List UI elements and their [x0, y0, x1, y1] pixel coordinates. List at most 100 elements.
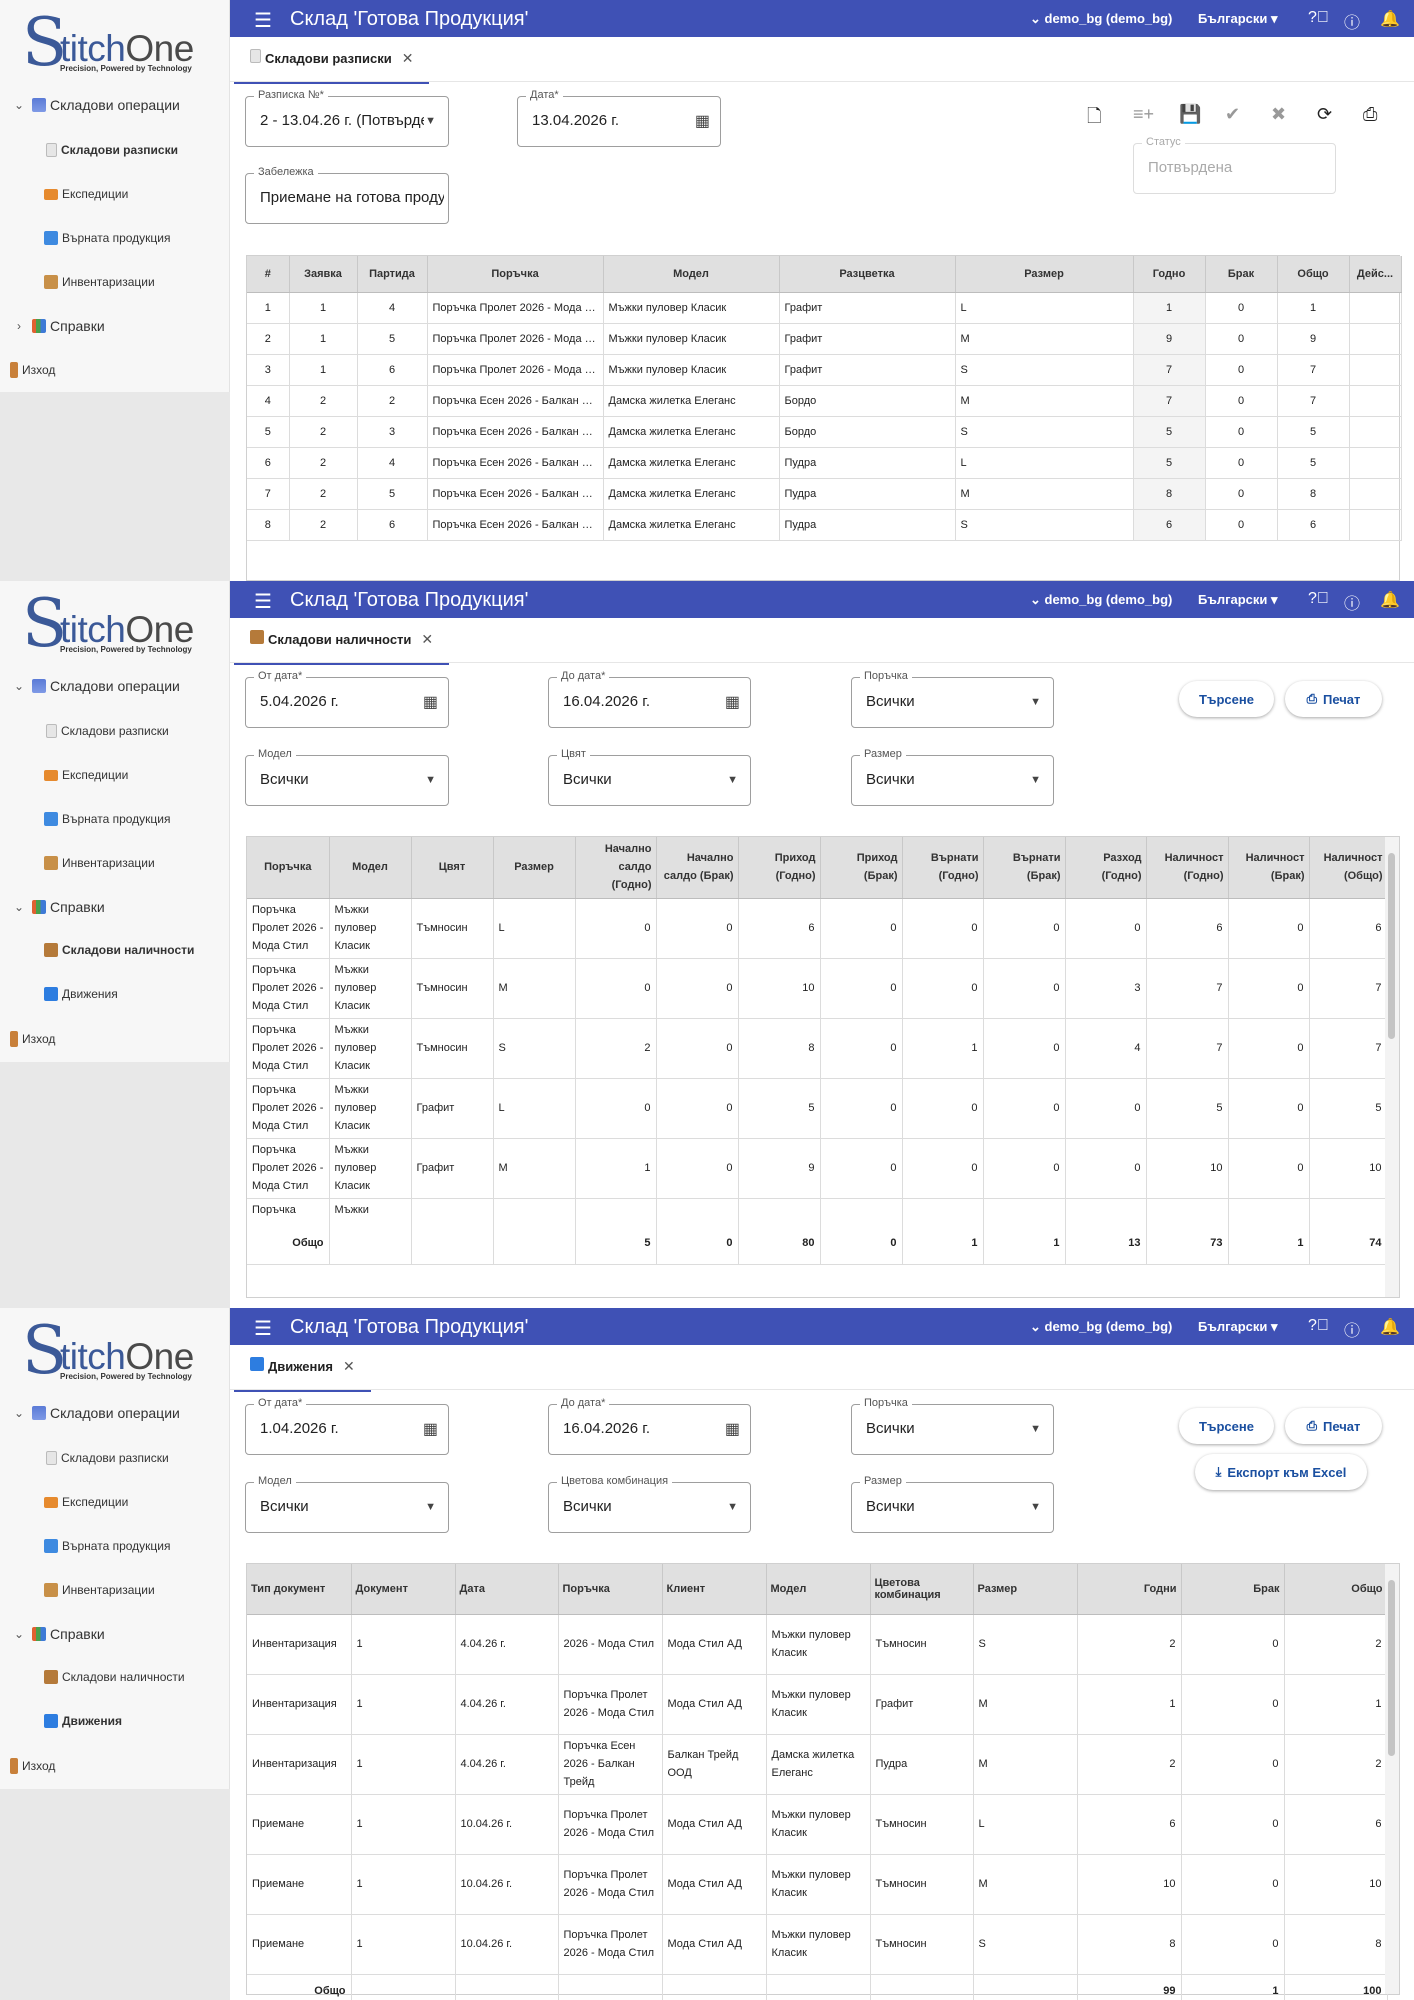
- actions-cell[interactable]: [1349, 354, 1402, 386]
- close-icon[interactable]: ✕: [421, 631, 433, 647]
- help-icon[interactable]: ?⃝: [1308, 1317, 1329, 1335]
- nav-inventory[interactable]: Инвентаризации: [44, 1583, 155, 1597]
- help-icon[interactable]: ?⃝: [1308, 590, 1329, 608]
- nav-returned[interactable]: Върната продукция: [44, 1539, 171, 1553]
- close-icon[interactable]: ✕: [402, 50, 414, 66]
- cancel-icon[interactable]: ✖: [1271, 104, 1286, 125]
- nav-receipts[interactable]: Складови разписки: [46, 1451, 169, 1465]
- nav-expeditions[interactable]: Експедиции: [44, 1495, 128, 1509]
- nav-reports[interactable]: ⌄ Справки: [12, 899, 105, 915]
- print-button[interactable]: ⎙ Печат: [1285, 1408, 1382, 1444]
- table-row[interactable]: Поръчка Пролет 2026 - Мода Стил Мъжки пул…: [247, 1018, 1388, 1079]
- table-row[interactable]: 4 2 2 Поръчка Есен 2026 - Балкан Трейд Дамск…: [247, 385, 1402, 417]
- nav-inventory[interactable]: Инвентаризации: [44, 275, 155, 289]
- table-row-partial[interactable]: Поръчка Мъжки: [247, 1198, 1388, 1222]
- help-icon[interactable]: ?⃝: [1308, 9, 1329, 27]
- nav-exit[interactable]: Изход: [10, 1758, 55, 1774]
- nav-stock[interactable]: Складови наличности: [44, 1670, 185, 1684]
- order-select[interactable]: Поръчка Всички ▼: [851, 670, 1054, 728]
- size-select[interactable]: Размер Всички ▼: [851, 1475, 1054, 1533]
- add-row-icon[interactable]: ≡+: [1133, 104, 1154, 125]
- info-icon[interactable]: ⓘ: [1344, 9, 1360, 33]
- info-icon[interactable]: ⓘ: [1344, 1317, 1360, 1341]
- nav-exit[interactable]: Изход: [10, 362, 55, 378]
- table-row[interactable]: 2 1 5 Поръчка Пролет 2026 - Мода Стил Мъжки …: [247, 323, 1402, 355]
- nav-returned[interactable]: Върната продукция: [44, 231, 171, 245]
- table-row[interactable]: Приемане 1 10.04.26 г. Поръчка Пролет 2026 …: [247, 1914, 1388, 1975]
- calendar-icon[interactable]: ▦: [725, 1419, 740, 1439]
- user-menu[interactable]: ⌄ demo_bg (demo_bg): [1030, 592, 1172, 608]
- language-select[interactable]: Български ▾: [1198, 1319, 1278, 1335]
- table-row[interactable]: Приемане 1 10.04.26 г. Поръчка Пролет 2026 …: [247, 1794, 1388, 1855]
- calendar-icon[interactable]: ▦: [423, 1419, 438, 1439]
- table-row[interactable]: Поръчка Пролет 2026 - Мода Стил Мъжки пул…: [247, 1078, 1388, 1139]
- vertical-scrollbar[interactable]: [1385, 837, 1399, 1297]
- nav-reports[interactable]: › Справки: [12, 318, 105, 334]
- table-row[interactable]: 8 2 6 Поръчка Есен 2026 - Балкан Трейд Дамск…: [247, 509, 1402, 541]
- model-select[interactable]: Модел Всички ▼: [245, 1475, 449, 1533]
- nav-movements[interactable]: Движения: [44, 1714, 122, 1728]
- actions-cell[interactable]: [1349, 385, 1402, 417]
- menu-icon[interactable]: ☰: [254, 1316, 272, 1341]
- export-excel-button[interactable]: ⤓ Експорт към Excel: [1195, 1454, 1367, 1490]
- table-row[interactable]: Поръчка Пролет 2026 - Мода Стил Мъжки пул…: [247, 1138, 1388, 1199]
- nav-movements[interactable]: Движения: [44, 987, 118, 1001]
- table-row[interactable]: Инвентаризация 1 4.04.26 г. 2026 - Мода Сти…: [247, 1614, 1388, 1675]
- user-menu[interactable]: ⌄ demo_bg (demo_bg): [1030, 11, 1172, 27]
- actions-cell[interactable]: [1349, 509, 1402, 541]
- tab-movements[interactable]: Движения ✕: [234, 1357, 371, 1392]
- print-icon[interactable]: ⎙: [1363, 104, 1377, 125]
- date-field[interactable]: Дата* 13.04.2026 г. ▦: [517, 89, 721, 147]
- from-date-field[interactable]: От дата* 1.04.2026 г. ▦: [245, 1397, 449, 1455]
- calendar-icon[interactable]: ▦: [695, 111, 710, 131]
- table-row[interactable]: Поръчка Пролет 2026 - Мода Стил Мъжки пул…: [247, 898, 1388, 959]
- refresh-icon[interactable]: ⟳: [1317, 104, 1332, 125]
- vertical-scrollbar[interactable]: [1385, 1564, 1399, 1994]
- from-date-field[interactable]: От дата* 5.04.2026 г. ▦: [245, 670, 449, 728]
- color-combo-select[interactable]: Цветова комбинация Всички ▼: [548, 1475, 751, 1533]
- language-select[interactable]: Български ▾: [1198, 592, 1278, 608]
- search-button[interactable]: Търсене: [1179, 681, 1274, 717]
- actions-cell[interactable]: [1349, 447, 1402, 479]
- nav-exit[interactable]: Изход: [10, 1031, 55, 1047]
- order-select[interactable]: Поръчка Всички ▼: [851, 1397, 1054, 1455]
- nav-expeditions[interactable]: Експедиции: [44, 768, 128, 782]
- table-row[interactable]: Поръчка Пролет 2026 - Мода Стил Мъжки пул…: [247, 958, 1388, 1019]
- language-select[interactable]: Български ▾: [1198, 11, 1278, 27]
- table-row[interactable]: 3 1 6 Поръчка Пролет 2026 - Мода Стил Мъжки …: [247, 354, 1402, 386]
- table-row[interactable]: Инвентаризация 1 4.04.26 г. Поръчка Есен 20…: [247, 1734, 1388, 1795]
- table-row[interactable]: 7 2 5 Поръчка Есен 2026 - Балкан Трейд Дамск…: [247, 478, 1402, 510]
- nav-receipts[interactable]: Складови разписки: [46, 143, 178, 157]
- bell-icon[interactable]: 🔔: [1380, 1317, 1400, 1337]
- new-document-icon[interactable]: 🗋: [1087, 104, 1101, 134]
- info-icon[interactable]: ⓘ: [1344, 590, 1360, 614]
- tab-receipts[interactable]: Складови разписки ✕: [233, 49, 430, 84]
- menu-icon[interactable]: ☰: [254, 8, 272, 33]
- actions-cell[interactable]: [1349, 292, 1402, 324]
- to-date-field[interactable]: До дата* 16.04.2026 г. ▦: [548, 670, 751, 728]
- nav-receipts[interactable]: Складови разписки: [46, 724, 169, 738]
- bell-icon[interactable]: 🔔: [1380, 9, 1400, 29]
- table-row[interactable]: Инвентаризация 1 4.04.26 г. Поръчка Пролет …: [247, 1674, 1388, 1735]
- actions-cell[interactable]: [1349, 478, 1402, 510]
- nav-expeditions[interactable]: Експедиции: [44, 187, 128, 201]
- table-row[interactable]: 5 2 3 Поръчка Есен 2026 - Балкан Трейд Дамск…: [247, 416, 1402, 448]
- table-row[interactable]: Приемане 1 10.04.26 г. Поръчка Пролет 2026 …: [247, 1854, 1388, 1915]
- table-row[interactable]: 1 1 4 Поръчка Пролет 2026 - Мода Стил Мъжки …: [247, 292, 1402, 324]
- model-select[interactable]: Модел Всички ▼: [245, 748, 449, 806]
- save-icon[interactable]: 💾: [1179, 104, 1201, 125]
- nav-warehouse-ops[interactable]: ⌄ Складови операции: [12, 678, 180, 694]
- tab-stock[interactable]: Складови наличности ✕: [233, 630, 450, 665]
- size-select[interactable]: Размер Всички ▼: [851, 748, 1054, 806]
- receipt-select[interactable]: Разписка №*2 - 13.04.26 г. (Потвърдена)▼: [245, 89, 449, 147]
- calendar-icon[interactable]: ▦: [725, 692, 740, 712]
- color-select[interactable]: Цвят Всички ▼: [548, 748, 751, 806]
- nav-stock[interactable]: Складови наличности: [44, 943, 194, 957]
- nav-warehouse-ops[interactable]: ⌄ Складови операции: [12, 1405, 180, 1421]
- nav-inventory[interactable]: Инвентаризации: [44, 856, 155, 870]
- actions-cell[interactable]: [1349, 323, 1402, 355]
- menu-icon[interactable]: ☰: [254, 589, 272, 614]
- nav-reports[interactable]: ⌄ Справки: [12, 1626, 105, 1642]
- search-button[interactable]: Търсене: [1179, 1408, 1274, 1444]
- user-menu[interactable]: ⌄ demo_bg (demo_bg): [1030, 1319, 1172, 1335]
